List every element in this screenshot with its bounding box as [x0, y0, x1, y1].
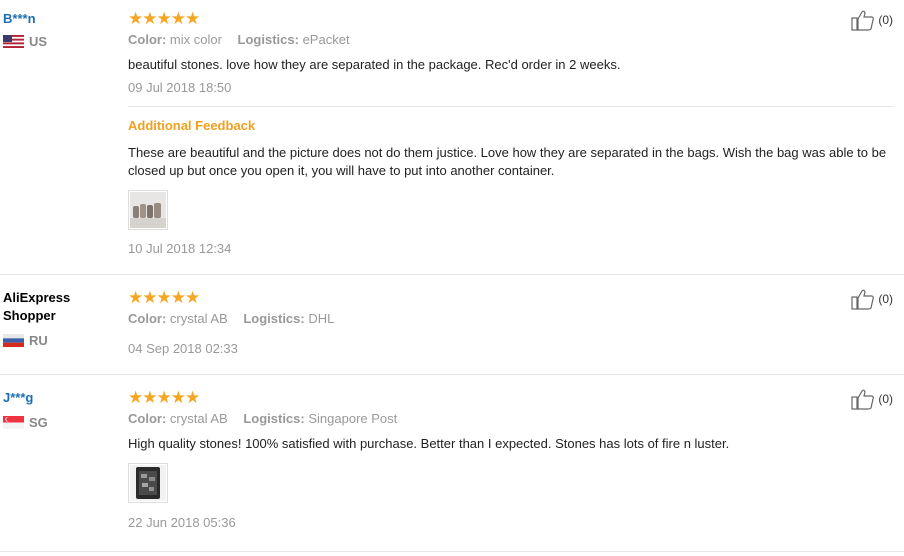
- review-body: ★★★★★ Color: crystal AB Logistics: Singa…: [128, 389, 894, 531]
- like-button[interactable]: (0): [851, 288, 893, 310]
- reviewer-name[interactable]: B***n: [3, 10, 118, 28]
- like-count: (0): [878, 392, 893, 406]
- review-text: beautiful stones. love how they are sepa…: [128, 57, 621, 72]
- review-text: High quality stones! 100% satisfied with…: [128, 436, 730, 451]
- reviewer-info: J***g SG: [3, 389, 118, 430]
- color-value: crystal AB: [169, 411, 228, 426]
- reviewer-info: B***n US: [3, 10, 118, 49]
- color-value: crystal AB: [169, 311, 228, 326]
- country-code: US: [29, 33, 48, 49]
- like-count: (0): [878, 292, 893, 306]
- reviewer-country: RU: [3, 332, 118, 348]
- review-date: 04 Sep 2018 02:33: [128, 341, 238, 356]
- reviewer-name: AliExpress Shopper: [3, 290, 71, 323]
- logistics-label: Logistics:: [243, 411, 305, 426]
- logistics-label: Logistics:: [237, 32, 299, 47]
- review-item: J***g SG ★★★★★ Color: crystal AB Logisti…: [0, 375, 904, 552]
- review-date: 09 Jul 2018 18:50: [128, 80, 232, 95]
- reviewer-country: US: [3, 33, 118, 49]
- additional-feedback-title: Additional Feedback: [128, 118, 256, 133]
- thumbs-up-icon: [851, 289, 875, 310]
- like-count: (0): [878, 13, 893, 27]
- additional-feedback-date: 10 Jul 2018 12:34: [128, 241, 232, 256]
- star-rating: ★★★★★: [128, 288, 200, 307]
- reviewer-country: SG: [3, 414, 118, 430]
- star-rating: ★★★★★: [128, 9, 200, 28]
- color-value: mix color: [169, 32, 222, 47]
- logistics-label: Logistics:: [243, 311, 305, 326]
- review-body: ★★★★★ Color: crystal AB Logistics: DHL 0…: [128, 289, 894, 357]
- ru-flag-icon: [3, 333, 24, 347]
- color-label: Color:: [128, 411, 167, 426]
- logistics-value: Singapore Post: [308, 411, 398, 426]
- reviewer-info: AliExpress Shopper RU: [3, 289, 118, 348]
- star-rating: ★★★★★: [128, 388, 200, 407]
- like-button[interactable]: (0): [851, 9, 893, 31]
- photo-thumbnail: [130, 192, 166, 228]
- like-button[interactable]: (0): [851, 388, 893, 410]
- order-attributes: Color: mix color Logistics: ePacket: [128, 32, 894, 48]
- review-item: AliExpress Shopper RU ★★★★★ Color: cryst…: [0, 275, 904, 375]
- order-attributes: Color: crystal AB Logistics: DHL: [128, 311, 894, 327]
- us-flag-icon: [3, 34, 24, 48]
- sg-flag-icon: [3, 415, 24, 429]
- country-code: RU: [29, 332, 48, 348]
- color-label: Color:: [128, 32, 167, 47]
- thumbs-up-icon: [851, 10, 875, 31]
- logistics-value: ePacket: [302, 32, 350, 47]
- reviewer-name[interactable]: J***g: [3, 389, 118, 407]
- review-body: ★★★★★ Color: mix color Logistics: ePacke…: [128, 10, 894, 257]
- logistics-value: DHL: [308, 311, 335, 326]
- review-photo[interactable]: [128, 190, 168, 230]
- order-attributes: Color: crystal AB Logistics: Singapore P…: [128, 411, 894, 427]
- color-label: Color:: [128, 311, 167, 326]
- divider: [128, 106, 894, 107]
- review-date: 22 Jun 2018 05:36: [128, 515, 236, 530]
- photo-thumbnail: [130, 465, 166, 501]
- additional-feedback-text: These are beautiful and the picture does…: [128, 145, 887, 178]
- review-item: B***n US ★★★★★ Color: mix color Logistic…: [0, 0, 904, 275]
- review-photo[interactable]: [128, 463, 168, 503]
- thumbs-up-icon: [851, 389, 875, 410]
- country-code: SG: [29, 414, 48, 430]
